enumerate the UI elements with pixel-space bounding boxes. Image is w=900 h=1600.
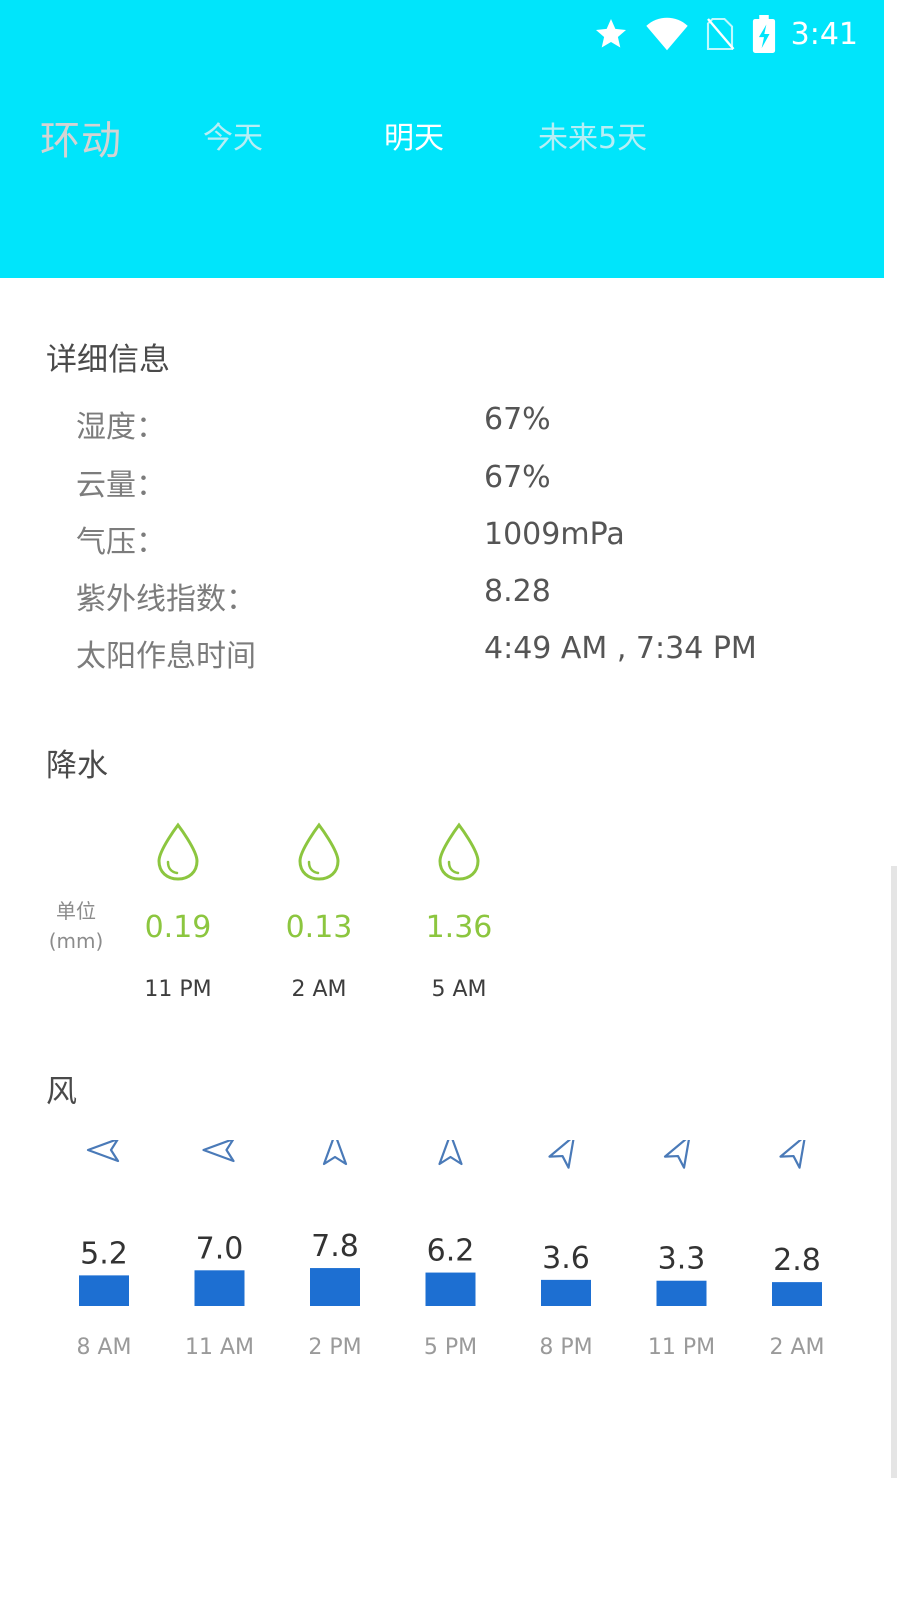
uv-index-value: 8.28	[484, 574, 551, 609]
wind-time-label: 2 PM	[308, 1335, 361, 1360]
wind-value-label: 7.8	[311, 1229, 359, 1264]
water-drop-icon	[157, 822, 199, 881]
precip-value-3: 1.36	[425, 910, 493, 945]
wind-value-label: 2.8	[773, 1243, 821, 1278]
wind-time-label: 2 AM	[769, 1335, 824, 1360]
wind-direction-icon	[202, 1140, 235, 1163]
humidity-label: 湿度：	[76, 410, 166, 445]
wind-bar	[194, 1270, 245, 1306]
pressure-label: 气压：	[76, 525, 166, 560]
scrollbar[interactable]	[891, 866, 897, 1478]
status-bar: 3:41	[593, 14, 858, 54]
wind-chart: 5.2 8 AM 7.0 11 AM 7.8 2 PM 6.2 5 PM 3.6 8 PM 3.3 1…	[76, 1140, 825, 1360]
humidity-value: 67%	[484, 402, 551, 437]
wind-direction-icon	[322, 1140, 348, 1166]
uv-index-label: 紫外线指数：	[76, 582, 256, 617]
wind-direction-icon	[663, 1140, 691, 1169]
wind-value-label: 3.3	[658, 1242, 706, 1277]
wind-bar	[541, 1279, 591, 1306]
wind-title: 风	[46, 1074, 77, 1110]
wind-value-label: 3.6	[542, 1241, 590, 1276]
tab-tomorrow[interactable]: 明天	[384, 113, 444, 157]
status-time: 3:41	[790, 16, 858, 52]
wind-direction-icon	[86, 1140, 120, 1163]
wind-time-label: 8 AM	[76, 1335, 131, 1360]
app-brand: 环动	[40, 118, 122, 164]
unit-label-line1: 单位	[56, 899, 96, 923]
battery-charging-icon	[752, 15, 775, 53]
wind-bar	[79, 1275, 129, 1306]
wifi-icon	[645, 17, 688, 51]
precip-time-1: 11 PM	[144, 977, 212, 1002]
sun-times-value: 4:49 AM , 7:34 PM	[484, 631, 757, 666]
water-drop-icon	[298, 822, 340, 881]
precip-time-2: 2 AM	[291, 977, 347, 1002]
precipitation-unit: 单位 (mm)	[44, 896, 108, 956]
cloud-label: 云量：	[76, 468, 166, 503]
sun-times-label: 太阳作息时间	[76, 639, 256, 674]
wind-value-label: 5.2	[80, 1236, 128, 1271]
no-sim-icon	[706, 17, 735, 51]
star-icon	[595, 19, 626, 48]
precip-time-3: 5 AM	[431, 977, 487, 1002]
wind-time-label: 11 PM	[648, 1335, 715, 1360]
wind-time-label: 5 PM	[424, 1335, 477, 1360]
precip-value-2: 0.13	[285, 910, 353, 945]
cloud-value: 67%	[484, 460, 551, 495]
water-drop-icon	[438, 822, 480, 881]
wind-bar	[656, 1280, 707, 1306]
wind-bar	[425, 1272, 476, 1306]
wind-value-label: 6.2	[427, 1234, 475, 1269]
pressure-value: 1009mPa	[484, 517, 625, 552]
precip-value-1: 0.19	[144, 910, 212, 945]
wind-direction-icon	[779, 1140, 807, 1169]
app-header: 3:41 环动 今天 明天 未来5天	[0, 0, 884, 278]
precipitation-title: 降水	[46, 748, 108, 784]
tab-today[interactable]: 今天	[203, 113, 263, 157]
wind-time-label: 11 AM	[185, 1335, 254, 1360]
unit-label-line2: (mm)	[48, 929, 104, 953]
wind-direction-icon	[548, 1140, 576, 1169]
wind-value-label: 7.0	[196, 1231, 244, 1266]
wind-time-label: 8 PM	[539, 1335, 592, 1360]
tab-next-5-days[interactable]: 未来5天	[538, 113, 647, 157]
wind-direction-icon	[438, 1140, 463, 1166]
details-title: 详细信息	[46, 342, 170, 378]
wind-bar	[772, 1282, 822, 1306]
wind-bar	[310, 1268, 360, 1306]
